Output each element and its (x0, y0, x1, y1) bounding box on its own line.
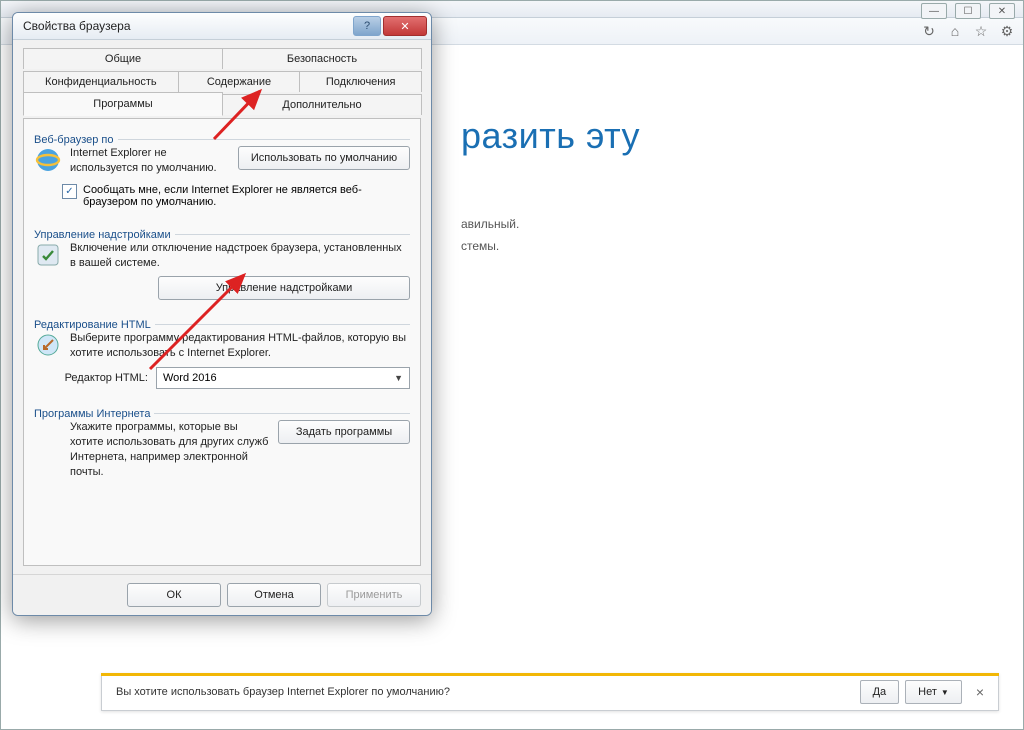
home-icon[interactable]: ⌂ (947, 23, 963, 39)
internet-options-dialog: Свойства браузера ? ✕ Общие Безопасность… (12, 12, 432, 616)
apply-button[interactable]: Применить (327, 583, 421, 607)
window-close-button[interactable]: ✕ (989, 3, 1015, 19)
page-heading: разить эту (461, 115, 983, 157)
ie-icon (34, 146, 62, 174)
dialog-help-button[interactable]: ? (353, 16, 381, 36)
chevron-down-icon: ▼ (941, 688, 949, 697)
gear-icon[interactable]: ⚙ (999, 23, 1015, 39)
notify-default-checkbox[interactable]: ✓ (62, 184, 77, 199)
chevron-down-icon: ▼ (394, 373, 403, 383)
notification-text: Вы хотите использовать браузер Internet … (112, 686, 854, 698)
group-html-editing: Редактирование HTML Выберите программу р… (34, 312, 410, 391)
notification-no-button[interactable]: Нет▼ (905, 680, 962, 704)
dialog-close-button[interactable]: ✕ (383, 16, 427, 36)
notification-yes-button[interactable]: Да (860, 680, 900, 704)
tab-privacy[interactable]: Конфиденциальность (23, 71, 179, 92)
dialog-tabs: Общие Безопасность Конфиденциальность Со… (23, 46, 421, 116)
tab-connections[interactable]: Подключения (299, 71, 422, 92)
notify-default-label: Сообщать мне, если Internet Explorer не … (83, 184, 410, 208)
tab-advanced[interactable]: Дополнительно (222, 94, 422, 115)
set-programs-button[interactable]: Задать программы (278, 420, 410, 444)
tab-general[interactable]: Общие (23, 48, 223, 69)
manage-addons-button[interactable]: Управление надстройками (158, 276, 410, 300)
tab-security[interactable]: Безопасность (222, 48, 422, 69)
cancel-button[interactable]: Отмена (227, 583, 321, 607)
programs-panel: Веб-браузер по Internet Explorer не испо… (23, 118, 421, 566)
favorites-icon[interactable]: ☆ (973, 23, 989, 39)
tab-programs[interactable]: Программы (23, 92, 223, 116)
group-addons: Управление надстройками Включение или от… (34, 222, 410, 303)
page-line-2: стемы. (461, 239, 983, 253)
window-minimize-button[interactable]: — (921, 3, 947, 19)
dialog-footer: ОК Отмена Применить (13, 574, 431, 615)
refresh-icon[interactable]: ↻ (921, 23, 937, 39)
set-default-button[interactable]: Использовать по умолчанию (238, 146, 410, 170)
html-edit-icon (34, 331, 62, 359)
ok-button[interactable]: ОК (127, 583, 221, 607)
default-browser-notification: Вы хотите использовать браузер Internet … (101, 673, 999, 711)
page-line-1: авильный. (461, 217, 983, 231)
window-maximize-button[interactable]: ☐ (955, 3, 981, 19)
notification-close-button[interactable]: × (972, 684, 988, 700)
html-editor-select[interactable]: Word 2016 ▼ (156, 367, 410, 389)
dialog-titlebar[interactable]: Свойства браузера ? ✕ (13, 13, 431, 40)
group-internet-programs: Программы Интернета Укажите программы, к… (34, 401, 410, 481)
tab-content[interactable]: Содержание (178, 71, 301, 92)
addons-icon (34, 241, 62, 269)
dialog-title: Свойства браузера (23, 19, 351, 33)
html-editor-label: Редактор HTML: (62, 372, 148, 384)
group-default-browser: Веб-браузер по Internet Explorer не испо… (34, 127, 410, 212)
